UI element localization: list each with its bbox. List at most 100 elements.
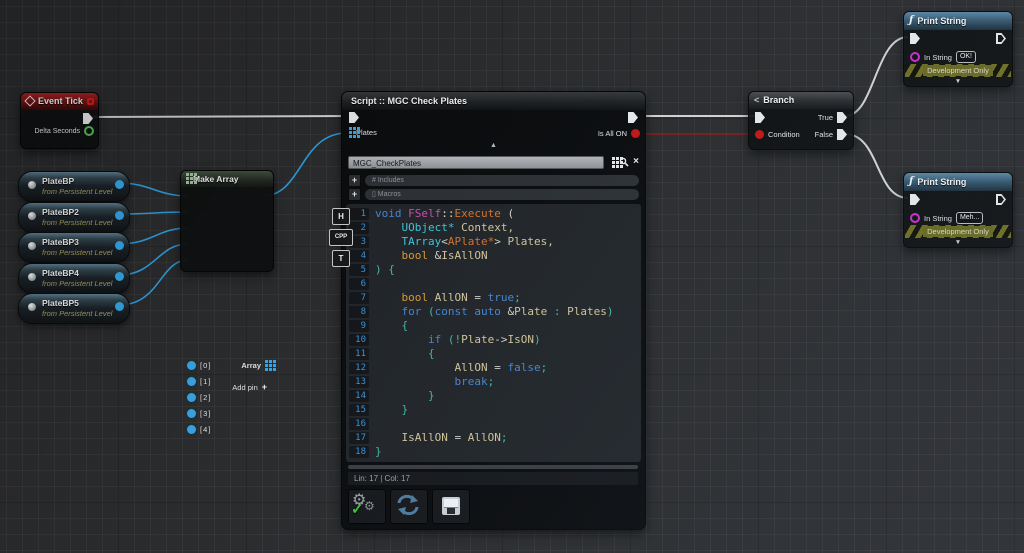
variable-level-label: from Persistent Level — [42, 248, 112, 257]
array-input-row: [2] — [187, 393, 211, 402]
code-line-10[interactable]: 10 if (!Plate->IsON) — [346, 333, 641, 347]
code-text: void FSelf::Execute ( — [375, 207, 514, 221]
object-output-pin[interactable] — [115, 211, 124, 220]
plates-array-input-pin[interactable] — [349, 127, 352, 130]
tab-cpp-file[interactable]: CPP — [329, 229, 353, 246]
exec-output-pin[interactable] — [996, 33, 1006, 44]
wire-branch-true-to-print-ok[interactable] — [845, 37, 908, 116]
expand-down-icon[interactable]: ▼ — [904, 78, 1012, 85]
wire-array-to-plates[interactable] — [263, 133, 347, 196]
variable-name: PlateBP — [42, 176, 74, 186]
delta-seconds-pin[interactable] — [84, 126, 94, 136]
object-input-pin[interactable] — [187, 425, 196, 434]
exec-input-pin[interactable] — [755, 112, 765, 123]
exec-input-pin[interactable] — [910, 194, 920, 205]
code-line-4[interactable]: 4 bool &IsAllON — [346, 249, 641, 263]
exec-output-pin[interactable] — [628, 112, 638, 123]
code-line-1[interactable]: 1void FSelf::Execute ( — [346, 207, 641, 221]
in-string-pin[interactable] — [910, 213, 920, 223]
code-horizontal-scrollbar[interactable] — [348, 465, 638, 469]
is-all-on-output-pin[interactable] — [631, 129, 640, 138]
code-line-13[interactable]: 13 break; — [346, 375, 641, 389]
false-exec-output-pin[interactable] — [837, 129, 847, 140]
code-line-12[interactable]: 12 AllON = false; — [346, 361, 641, 375]
node-variable-get-platebp4[interactable]: PlateBP4 from Persistent Level — [18, 263, 130, 294]
line-number: 6 — [349, 278, 369, 290]
print-string-header[interactable]: ƒ Print String — [904, 12, 1012, 30]
grid-icon[interactable] — [612, 157, 615, 160]
in-string-pin[interactable] — [910, 52, 920, 62]
refresh-button[interactable] — [390, 489, 428, 524]
array-output-pin[interactable] — [265, 360, 268, 363]
search-icon[interactable] — [619, 157, 629, 167]
expand-down-icon[interactable]: ▼ — [904, 239, 1012, 246]
close-icon[interactable]: × — [633, 157, 639, 167]
code-line-15[interactable]: 15 } — [346, 403, 641, 417]
object-input-pin[interactable] — [187, 377, 196, 386]
code-line-9[interactable]: 9 { — [346, 319, 641, 333]
event-tick-header[interactable]: Event Tick — [21, 93, 98, 110]
node-title: Print String — [917, 177, 966, 187]
add-include-button[interactable]: + — [348, 174, 361, 187]
node-print-string-ok[interactable]: ƒ Print String In String OK! Development… — [903, 11, 1013, 87]
node-variable-get-platebp5[interactable]: PlateBP5 from Persistent Level — [18, 293, 130, 324]
node-event-tick[interactable]: Event Tick Delta Seconds — [20, 92, 99, 149]
in-string-value[interactable]: Meh... — [956, 212, 983, 224]
code-line-6[interactable]: 6 — [346, 277, 641, 291]
collapse-up-icon[interactable]: ▲ — [342, 142, 645, 149]
print-string-header[interactable]: ƒ Print String — [904, 173, 1012, 191]
node-make-array[interactable]: Make Array [0] [1] [2] [3] [4] Array — [180, 170, 274, 272]
code-line-5[interactable]: 5) { — [346, 263, 641, 277]
code-editor[interactable]: 1void FSelf::Execute (2 UObject* Context… — [346, 204, 641, 462]
add-pin-icon[interactable]: + — [262, 382, 267, 392]
wire-exec-tick-to-script[interactable] — [89, 116, 350, 117]
make-array-header[interactable]: Make Array — [181, 171, 273, 187]
code-line-16[interactable]: 16 — [346, 417, 641, 431]
condition-input-pin[interactable] — [755, 130, 764, 139]
code-line-3[interactable]: 3 TArray<APlate*> Plates, — [346, 235, 641, 249]
node-variable-get-platebp[interactable]: PlateBP from Persistent Level — [18, 171, 130, 202]
script-name-input[interactable]: MGC_CheckPlates — [348, 156, 604, 169]
variable-icon — [28, 303, 36, 311]
script-header[interactable]: Script :: MGC Check Plates — [342, 92, 645, 110]
code-line-7[interactable]: 7 bool AllON = true; — [346, 291, 641, 305]
object-output-pin[interactable] — [115, 180, 124, 189]
macros-bar[interactable]: ▯ Macros — [365, 189, 639, 200]
object-input-pin[interactable] — [187, 409, 196, 418]
in-string-value[interactable]: OK! — [956, 51, 976, 63]
node-variable-get-platebp2[interactable]: PlateBP2 from Persistent Level — [18, 202, 130, 233]
node-script-mgc-check-plates[interactable]: Script :: MGC Check Plates Plates Is All… — [341, 91, 646, 530]
exec-input-pin[interactable] — [910, 33, 920, 44]
object-output-pin[interactable] — [115, 302, 124, 311]
code-line-14[interactable]: 14 } — [346, 389, 641, 403]
code-line-18[interactable]: 18} — [346, 445, 641, 459]
save-button[interactable] — [432, 489, 470, 524]
object-input-pin[interactable] — [187, 361, 196, 370]
add-macro-button[interactable]: + — [348, 188, 361, 201]
code-line-17[interactable]: 17 IsAllON = AllON; — [346, 431, 641, 445]
branch-header[interactable]: < Branch — [749, 92, 853, 109]
exec-output-pin[interactable] — [996, 194, 1006, 205]
exec-output-pin[interactable] — [83, 113, 93, 124]
object-output-pin[interactable] — [115, 272, 124, 281]
node-variable-get-platebp3[interactable]: PlateBP3 from Persistent Level — [18, 232, 130, 263]
wire-branch-false-to-print-meh[interactable] — [845, 134, 908, 198]
array-index-label: [3] — [200, 409, 211, 418]
includes-bar[interactable]: # Includes — [365, 175, 639, 186]
in-string-label: In String — [924, 53, 952, 62]
node-branch[interactable]: < Branch Condition True False — [748, 91, 854, 150]
code-line-8[interactable]: 8 for (const auto &Plate : Plates) — [346, 305, 641, 319]
tab-header-file[interactable]: H — [332, 208, 350, 225]
tab-types-file[interactable]: T — [332, 250, 350, 267]
node-print-string-meh[interactable]: ƒ Print String In String Meh... Developm… — [903, 172, 1013, 248]
variable-icon — [28, 181, 36, 189]
object-input-pin[interactable] — [187, 393, 196, 402]
object-output-pin[interactable] — [115, 241, 124, 250]
code-line-11[interactable]: 11 { — [346, 347, 641, 361]
code-line-2[interactable]: 2 UObject* Context, — [346, 221, 641, 235]
compile-button[interactable]: ⚙ ⚙ ✓ — [348, 489, 386, 524]
blueprint-canvas[interactable]: Event Tick Delta Seconds PlateBP from Pe… — [0, 0, 1024, 553]
exec-input-pin[interactable] — [349, 112, 359, 123]
array-input-row: [0] — [187, 361, 211, 370]
true-exec-output-pin[interactable] — [837, 112, 847, 123]
